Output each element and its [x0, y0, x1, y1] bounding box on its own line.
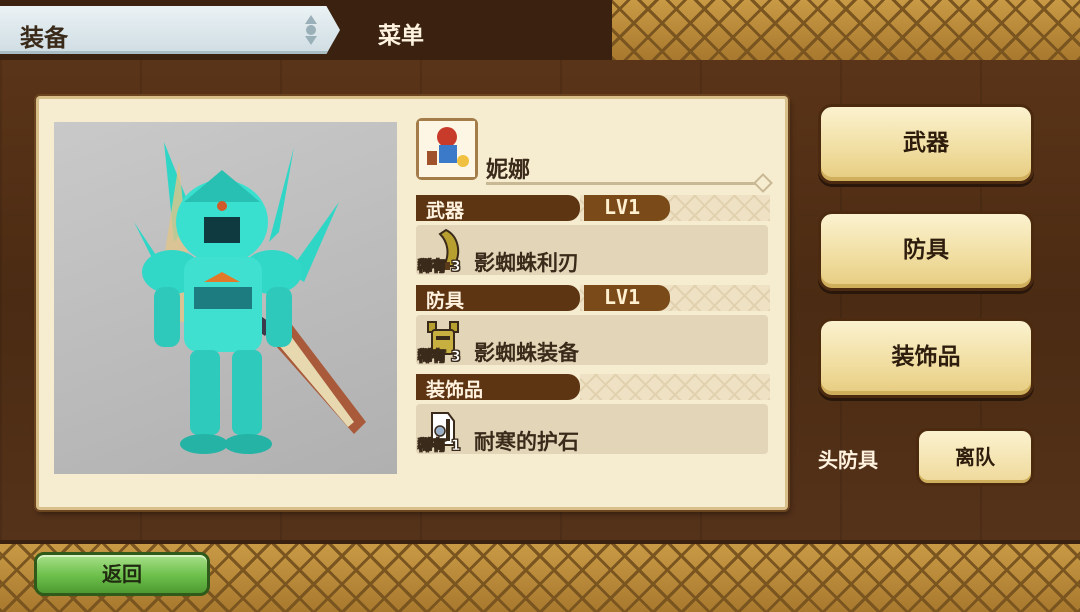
character-name: 妮娜	[486, 158, 531, 183]
character-avatar-icon	[416, 118, 478, 180]
armor-level-badge: LV1	[584, 285, 670, 311]
title-box: 装备	[0, 6, 340, 54]
menu-button[interactable]: 菜单	[378, 16, 424, 50]
back-button[interactable]: 返回	[34, 552, 210, 596]
armor-item-name: 影蜘蛛装备	[474, 341, 579, 365]
name-underline	[486, 182, 760, 185]
decoration-button[interactable]: 装饰品	[818, 318, 1034, 398]
leave-party-button[interactable]: 离队	[916, 428, 1034, 486]
top-decorative-pattern	[612, 0, 1080, 60]
character-portrait	[54, 122, 397, 474]
weapon-rarity-label: 稀有 3	[418, 259, 461, 276]
weapon-section-label: 武器	[416, 195, 580, 222]
decoration-section-label: 装饰品	[416, 374, 580, 401]
head-armor-label: 头防具	[818, 448, 878, 472]
armor-item-row[interactable]	[416, 315, 768, 365]
page-title: 装备	[20, 24, 68, 52]
decoration-item-name: 耐寒的护石	[474, 430, 579, 454]
character-armor-model-icon	[134, 142, 366, 454]
weapon-level-badge: LV1	[584, 195, 670, 221]
scroll-arrows-icon	[305, 15, 317, 45]
decoration-rarity-label: 稀有 1	[418, 438, 461, 455]
weapon-item-name: 影蜘蛛利刃	[474, 251, 579, 275]
decoration-item-row[interactable]	[416, 404, 768, 454]
armor-button[interactable]: 防具	[818, 211, 1034, 291]
armor-rarity-label: 稀有 3	[418, 349, 461, 366]
armor-section-label: 防具	[416, 285, 580, 312]
decoration-header-pattern	[580, 374, 770, 400]
weapon-button[interactable]: 武器	[818, 104, 1034, 184]
weapon-item-row[interactable]	[416, 225, 768, 275]
